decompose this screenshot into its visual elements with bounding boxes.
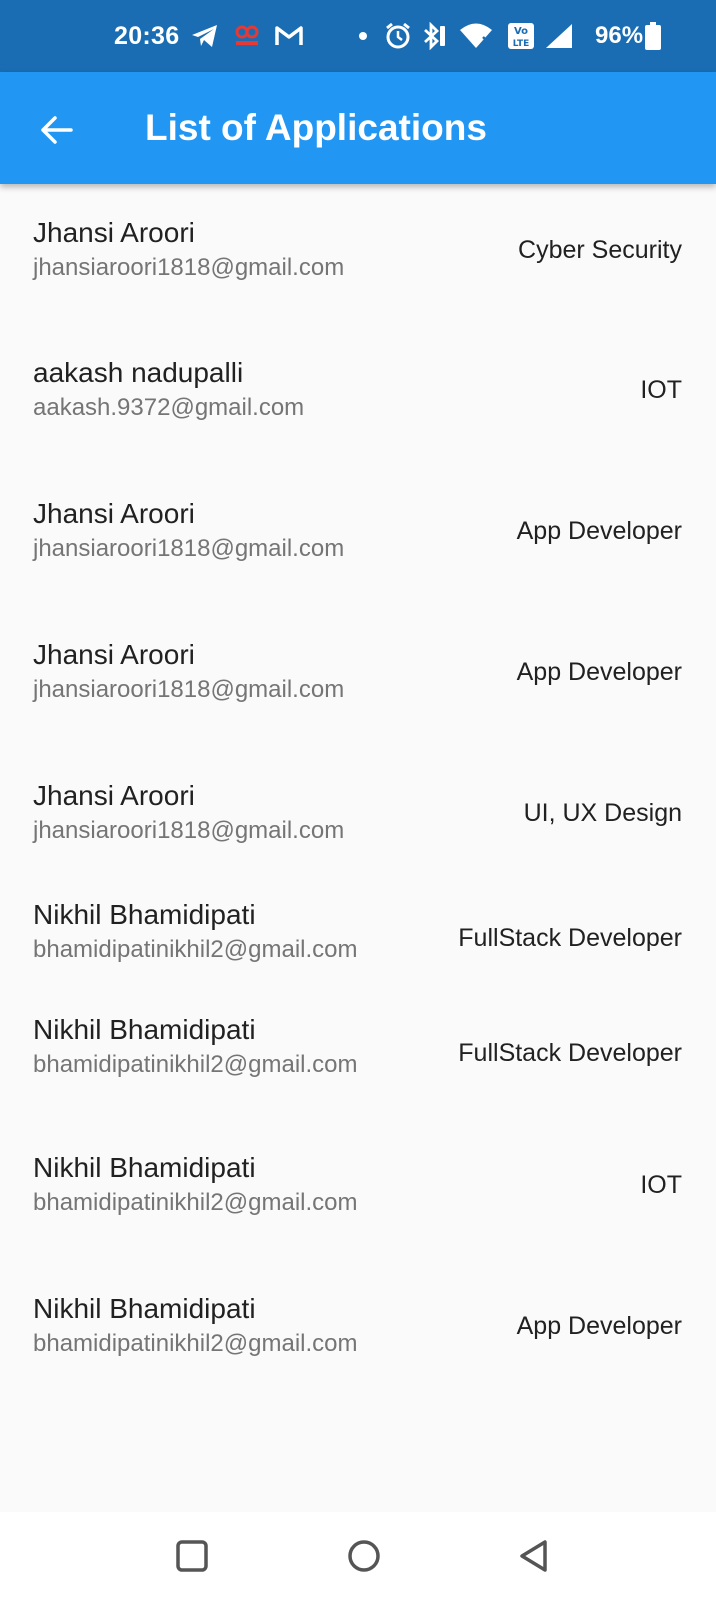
item-text: Nikhil Bhamidipati bhamidipatinikhil2@gm… [33,895,408,964]
applicant-name: Nikhil Bhamidipati [33,899,256,930]
item-text: aakash nadupalli aakash.9372@gmail.com [33,353,408,422]
list-item[interactable]: Jhansi Aroori jhansiaroori1818@gmail.com… [0,752,716,894]
list-item[interactable]: aakash nadupalli aakash.9372@gmail.com I… [0,326,716,468]
applicant-role: Cyber Security [518,236,682,264]
page-title: List of Applications [145,107,487,148]
arrow-left-icon [39,115,73,145]
circle-home-icon [346,1538,382,1574]
applicant-name: Jhansi Aroori [33,498,195,529]
item-text: Jhansi Aroori jhansiaroori1818@gmail.com [33,635,408,704]
item-text: Nikhil Bhamidipati bhamidipatinikhil2@gm… [33,1148,408,1217]
applicant-role: App Developer [516,1312,682,1340]
wifi-icon [459,0,493,72]
volte-icon: Vo LTE [507,0,535,72]
applicant-name: Nikhil Bhamidipati [33,1152,256,1183]
signal-icon [544,0,574,72]
battery-percent: 96% [595,22,644,49]
applications-list: Jhansi Aroori jhansiaroori1818@gmail.com… [0,184,716,1512]
applicant-role: FullStack Developer [458,1039,682,1067]
applicant-email: bhamidipatinikhil2@gmail.com [33,936,358,963]
applicant-email: bhamidipatinikhil2@gmail.com [33,1051,358,1078]
item-text: Nikhil Bhamidipati bhamidipatinikhil2@gm… [33,1289,408,1358]
bluetooth-icon [421,0,447,72]
applicant-name: Jhansi Aroori [33,217,195,248]
status-bar: 20:36 Vo LTE 96% [0,0,716,72]
list-item[interactable]: Nikhil Bhamidipati bhamidipatinikhil2@gm… [0,1010,716,1130]
applicant-email: jhansiaroori1818@gmail.com [33,817,345,844]
applicant-role: App Developer [516,517,682,545]
svg-text:Vo: Vo [514,26,528,37]
dot-icon [358,0,368,72]
square-recents-icon [175,1539,209,1573]
applicant-email: bhamidipatinikhil2@gmail.com [33,1330,358,1357]
triangle-back-icon [517,1538,551,1574]
svg-text:LTE: LTE [513,39,530,49]
back-button[interactable] [26,100,86,160]
applicant-email: aakash.9372@gmail.com [33,394,305,421]
applicant-name: Nikhil Bhamidipati [33,1014,256,1045]
list-item[interactable]: Nikhil Bhamidipati bhamidipatinikhil2@gm… [0,894,716,1010]
list-item[interactable]: Jhansi Aroori jhansiaroori1818@gmail.com… [0,610,716,752]
battery-icon [645,0,661,72]
alarm-icon [384,0,412,72]
nav-back-button[interactable] [504,1526,564,1586]
applicant-name: aakash nadupalli [33,357,244,388]
applicant-email: jhansiaroori1818@gmail.com [33,676,345,703]
applicant-role: UI, UX Design [523,799,682,827]
item-text: Jhansi Aroori jhansiaroori1818@gmail.com [33,213,408,282]
applicant-email: jhansiaroori1818@gmail.com [33,254,345,281]
applicant-name: Jhansi Aroori [33,780,195,811]
applicant-name: Jhansi Aroori [33,639,195,670]
recents-button[interactable] [162,1526,222,1586]
applicant-role: IOT [640,376,682,404]
status-time: 20:36 [114,21,180,50]
navigation-bar [0,1512,716,1600]
applicant-role: IOT [640,1171,682,1199]
gmail-icon [274,0,304,72]
list-item[interactable]: Jhansi Aroori jhansiaroori1818@gmail.com… [0,468,716,610]
hood-icon [233,0,261,72]
applicant-role: App Developer [516,658,682,686]
app-bar: List of Applications [0,72,716,184]
list-item[interactable]: Jhansi Aroori jhansiaroori1818@gmail.com… [0,184,716,326]
item-text: Nikhil Bhamidipati bhamidipatinikhil2@gm… [33,1010,408,1079]
item-text: Jhansi Aroori jhansiaroori1818@gmail.com [33,494,408,563]
applicant-email: jhansiaroori1818@gmail.com [33,535,345,562]
home-button[interactable] [334,1526,394,1586]
applicant-name: Nikhil Bhamidipati [33,1293,256,1324]
telegram-icon [190,0,220,72]
list-item[interactable]: Nikhil Bhamidipati bhamidipatinikhil2@gm… [0,1272,716,1414]
applicant-email: bhamidipatinikhil2@gmail.com [33,1189,358,1216]
item-text: Jhansi Aroori jhansiaroori1818@gmail.com [33,776,408,845]
applicant-role: FullStack Developer [458,924,682,952]
list-item[interactable]: Nikhil Bhamidipati bhamidipatinikhil2@gm… [0,1130,716,1272]
